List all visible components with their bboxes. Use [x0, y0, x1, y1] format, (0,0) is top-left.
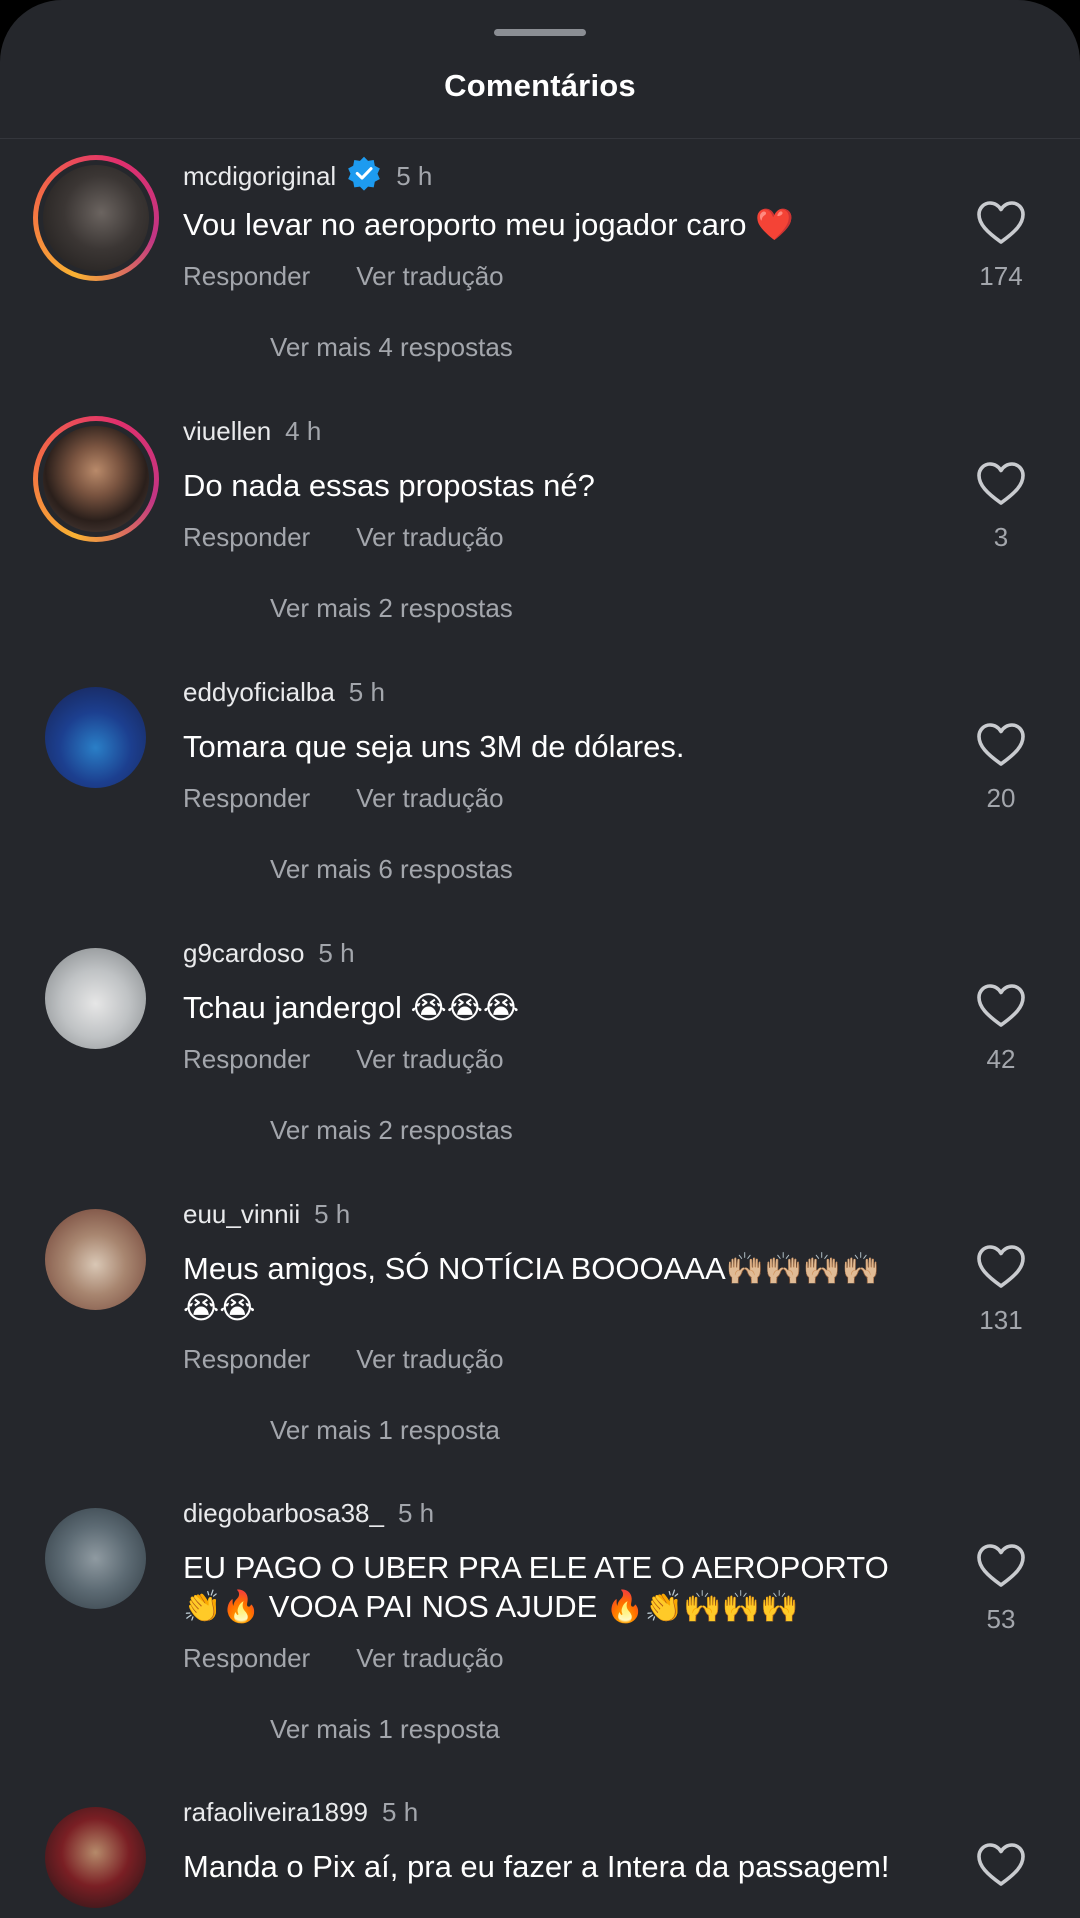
comment-time: 4 h: [285, 416, 322, 446]
comment-meta: mcdigoriginal 5 h: [183, 155, 432, 192]
comment-username[interactable]: rafaoliveira1899: [183, 1797, 368, 1827]
heart-outline-icon[interactable]: [976, 1842, 1026, 1888]
comment-text: Tchau jandergol 😭😭😭: [183, 990, 520, 1025]
like-count: 42: [986, 1044, 1016, 1074]
comment-actions: Responder Ver tradução: [183, 261, 504, 292]
view-replies-button[interactable]: Ver mais 2 respostas: [270, 1115, 513, 1146]
comments-sheet: Comentários mcdigoriginal 5 h Vou levar n…: [0, 0, 1080, 1918]
comment-actions: Responder Ver tradução: [183, 522, 504, 553]
translate-button[interactable]: Ver tradução: [356, 783, 503, 813]
comment-username[interactable]: g9cardoso: [183, 938, 304, 968]
view-replies-button[interactable]: Ver mais 6 respostas: [270, 854, 513, 885]
avatar[interactable]: [45, 1508, 146, 1609]
translate-button[interactable]: Ver tradução: [356, 1344, 503, 1374]
reply-button[interactable]: Responder: [183, 1643, 310, 1673]
translate-button[interactable]: Ver tradução: [356, 1643, 503, 1673]
heart-outline-icon[interactable]: [976, 461, 1026, 507]
comment-actions: Responder Ver tradução: [183, 1643, 504, 1674]
like-count: 174: [979, 261, 1023, 291]
avatar[interactable]: [33, 155, 159, 281]
avatar[interactable]: [45, 948, 146, 1049]
translate-button[interactable]: Ver tradução: [356, 1044, 503, 1074]
heart-outline-icon[interactable]: [976, 722, 1026, 768]
view-replies-button[interactable]: Ver mais 1 resposta: [270, 1714, 500, 1745]
reply-button[interactable]: Responder: [183, 1344, 310, 1374]
avatar[interactable]: [45, 1209, 146, 1310]
translate-button[interactable]: Ver tradução: [356, 522, 503, 552]
comment-time: 5 h: [348, 677, 385, 707]
comment-time: 5 h: [396, 161, 433, 191]
like-count: 53: [986, 1604, 1016, 1634]
header-divider: [0, 138, 1080, 139]
translate-button[interactable]: Ver tradução: [356, 261, 503, 291]
like-count: 131: [979, 1305, 1023, 1335]
view-replies-button[interactable]: Ver mais 1 resposta: [270, 1415, 500, 1446]
comment-text: Vou levar no aeroporto meu jogador caro …: [183, 207, 794, 242]
comment-time: 5 h: [382, 1797, 419, 1827]
comment-text: Manda o Pix aí, pra eu fazer a Intera da…: [183, 1849, 890, 1884]
comment-meta: diegobarbosa38_ 5 h: [183, 1498, 434, 1529]
reply-button[interactable]: Responder: [183, 261, 310, 291]
sheet-title: Comentários: [444, 68, 636, 103]
heart-outline-icon[interactable]: [976, 200, 1026, 246]
avatar[interactable]: [45, 687, 146, 788]
like-count: 3: [993, 522, 1009, 552]
comment-actions: Responder Ver tradução: [183, 1344, 504, 1375]
comment-time: 5 h: [318, 938, 355, 968]
verified-badge-icon: [348, 156, 381, 191]
comment-meta: rafaoliveira1899 5 h: [183, 1797, 418, 1828]
comment-text: Meus amigos, SÓ NOTÍCIA BOOOAAA🙌🏼🙌🏼🙌🏼🙌🏼😭…: [183, 1251, 881, 1325]
comment-meta: g9cardoso 5 h: [183, 938, 355, 969]
comment-text: Do nada essas propostas né?: [183, 468, 595, 503]
comment-actions: Responder Ver tradução: [183, 1044, 504, 1075]
reply-button[interactable]: Responder: [183, 783, 310, 813]
reply-button[interactable]: Responder: [183, 522, 310, 552]
comment-username[interactable]: euu_vinnii: [183, 1199, 300, 1229]
view-replies-button[interactable]: Ver mais 4 respostas: [270, 332, 513, 363]
comment-time: 5 h: [314, 1199, 351, 1229]
comment-meta: euu_vinnii 5 h: [183, 1199, 350, 1230]
comment-text: Tomara que seja uns 3M de dólares.: [183, 729, 685, 764]
comment-actions: Responder Ver tradução: [183, 783, 504, 814]
comment-username[interactable]: mcdigoriginal: [183, 161, 336, 191]
comment-time: 5 h: [397, 1498, 435, 1528]
heart-outline-icon[interactable]: [976, 1543, 1026, 1589]
comment-meta: viuellen 4 h: [183, 416, 321, 447]
comment-meta: eddyoficialba 5 h: [183, 677, 385, 708]
comment-text: EU PAGO O UBER PRA ELE ATE O AEROPORTO 👏…: [183, 1550, 889, 1624]
heart-outline-icon[interactable]: [976, 1244, 1026, 1290]
avatar[interactable]: [33, 416, 159, 542]
avatar[interactable]: [45, 1807, 146, 1908]
comment-username[interactable]: viuellen: [183, 416, 271, 446]
view-replies-button[interactable]: Ver mais 2 respostas: [270, 593, 513, 624]
drag-handle[interactable]: [494, 29, 586, 36]
heart-outline-icon[interactable]: [976, 983, 1026, 1029]
comment-username[interactable]: eddyoficialba: [183, 677, 335, 707]
reply-button[interactable]: Responder: [183, 1044, 310, 1074]
like-count: 20: [986, 783, 1016, 813]
comment-username[interactable]: diegobarbosa38_: [183, 1498, 384, 1528]
